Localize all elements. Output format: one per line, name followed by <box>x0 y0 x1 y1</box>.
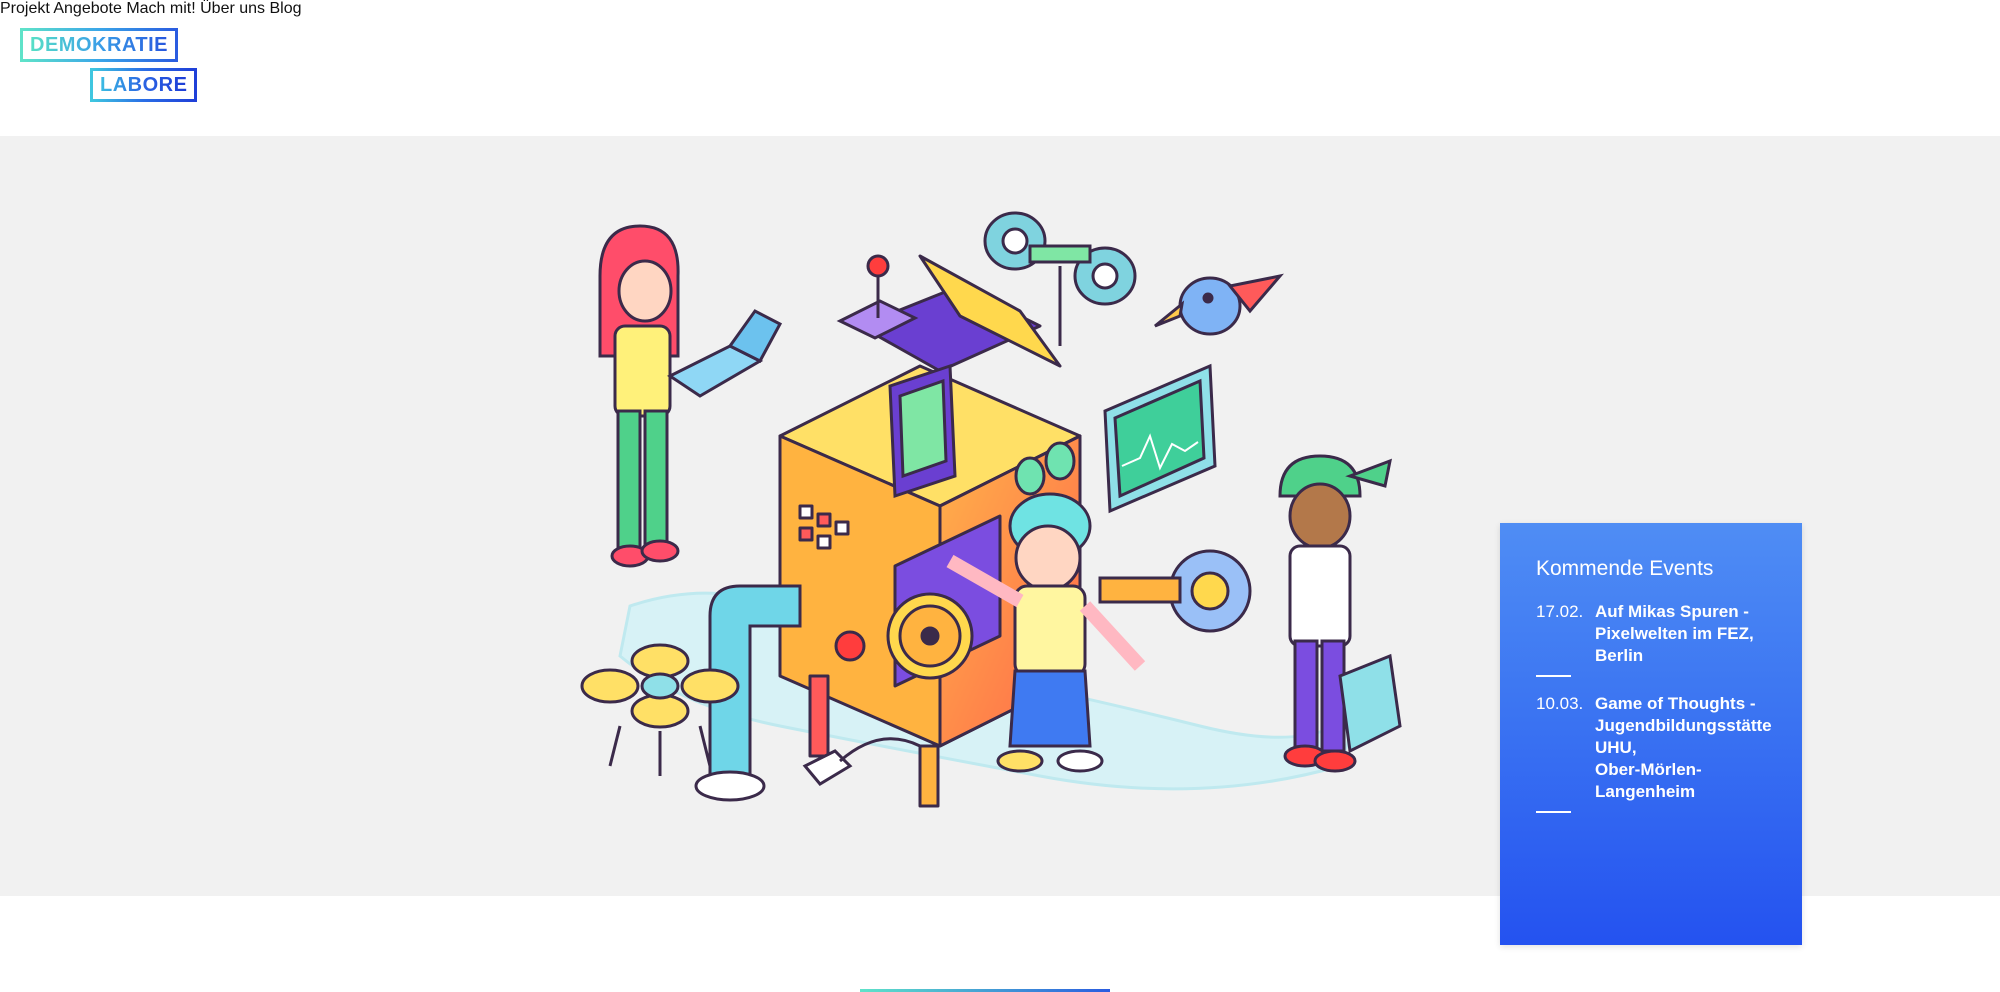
event-name: Game of Thoughts - Jugendbildungsstätte … <box>1595 694 1772 801</box>
bird <box>1154 273 1284 336</box>
logo-text-line2: LABORE <box>100 73 188 96</box>
event-date: 10.03. <box>1536 694 1584 713</box>
nav-item-blog[interactable]: Blog <box>270 0 302 17</box>
tablet-device <box>888 363 957 499</box>
upcoming-events-panel: Kommende Events 17.02. Auf Mikas Spuren … <box>1500 523 1802 945</box>
logo-box-top: DEMOKRATIE <box>20 28 178 62</box>
gear <box>1098 549 1252 633</box>
site-header: DEMOKRATIE LABORE Projekt Angebote Mach … <box>0 0 2000 136</box>
maker-machine-illustration <box>580 211 1402 808</box>
logo-text-line1: DEMOKRATIE <box>30 33 168 56</box>
boy-with-cap <box>1278 454 1402 773</box>
event-divider <box>1536 811 1571 813</box>
events-title: Kommende Events <box>1536 557 1714 580</box>
event-item[interactable]: 17.02. Auf Mikas Spuren - Pixelwelten im… <box>1536 601 1772 667</box>
event-name: Auf Mikas Spuren - Pixelwelten im FEZ, B… <box>1595 602 1754 665</box>
nav-item-angebote[interactable]: Angebote <box>53 0 122 17</box>
event-divider <box>1536 675 1571 677</box>
nav-item-projekt[interactable]: Projekt <box>0 0 50 17</box>
event-item[interactable]: 10.03. Game of Thoughts - Jugendbildungs… <box>1536 693 1772 803</box>
nav-item-ueber-uns[interactable]: Über uns <box>200 0 265 17</box>
main-nav: Projekt Angebote Mach mit! Über uns Blog <box>0 0 2000 18</box>
event-date: 17.02. <box>1536 602 1584 621</box>
girl-with-laptop <box>598 224 783 568</box>
logo-box-bottom: LABORE <box>90 68 198 102</box>
site-logo[interactable]: DEMOKRATIE LABORE <box>18 26 198 104</box>
heart-monitor <box>1103 363 1217 514</box>
nav-item-mach-mit[interactable]: Mach mit! <box>126 0 195 17</box>
